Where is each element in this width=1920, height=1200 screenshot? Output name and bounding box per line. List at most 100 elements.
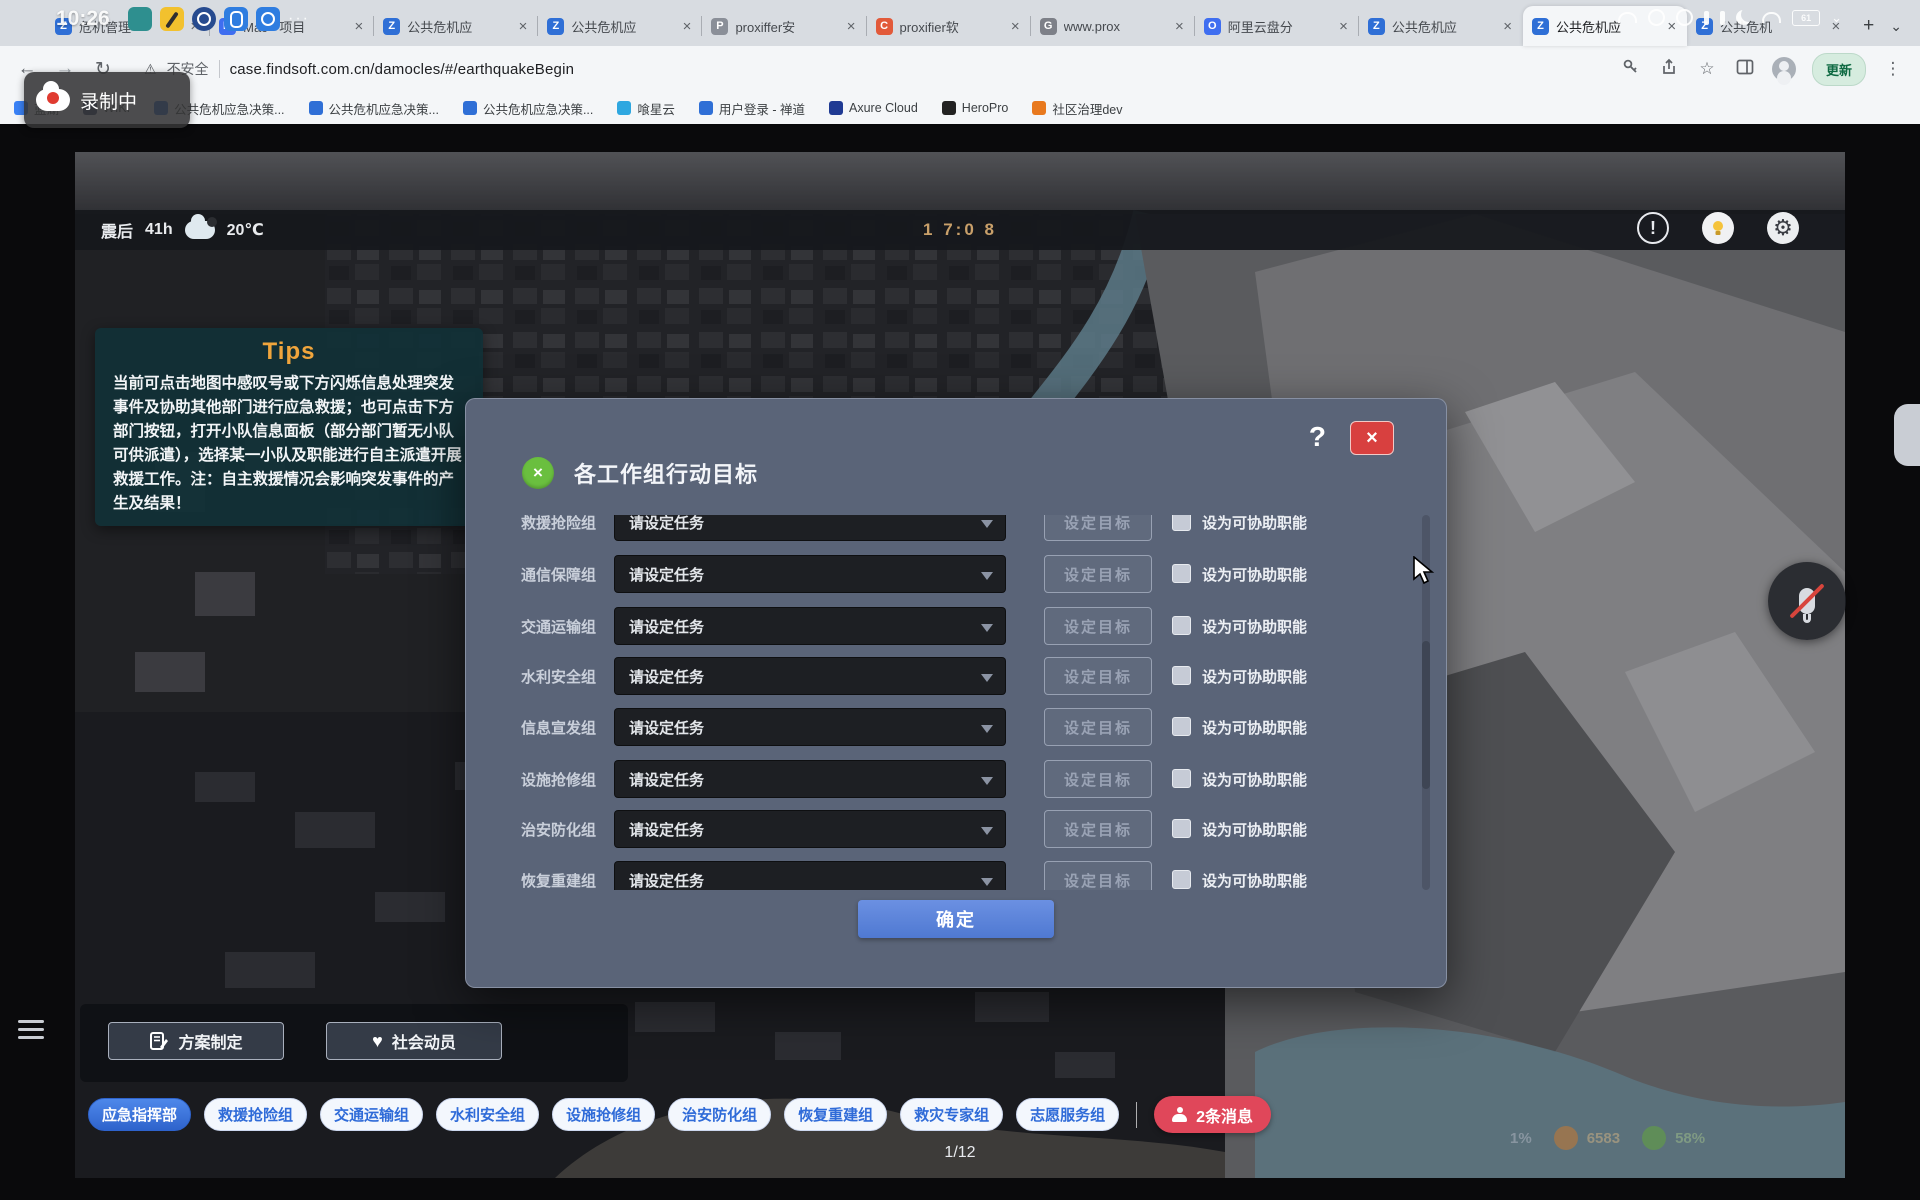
assist-checkbox[interactable] [1172, 616, 1191, 635]
stat-icon [1642, 1126, 1666, 1150]
department-pill[interactable]: 应急指挥部 [88, 1098, 191, 1131]
tab-title: 阿里云盘分 [1228, 17, 1330, 36]
bookmark-item[interactable]: 公共危机应急决策... [463, 99, 593, 118]
department-pill[interactable]: 救灾专家组 [900, 1098, 1003, 1131]
bookmark-label: 用户登录 - 禅道 [719, 99, 805, 118]
set-target-button[interactable]: 设定目标 [1044, 657, 1152, 695]
chevron-down-icon [981, 624, 993, 632]
workgroup-objectives-modal: ? × × 各工作组行动目标 救援抢险组 请设定任务 设定目标 设为可协助职能 … [465, 398, 1447, 988]
plan-button[interactable]: 方案制定 [108, 1022, 284, 1060]
tab-close-icon[interactable]: × [517, 18, 530, 35]
tab-close-icon[interactable]: × [1009, 18, 1022, 35]
browser-tab[interactable]: P proxiffer安 × [702, 6, 866, 46]
address-bar[interactable]: ⚠ 不安全 case.findsoft.com.cn/damocles/#/ea… [130, 52, 1604, 86]
tab-close-icon[interactable]: × [1173, 18, 1186, 35]
browser-tab[interactable]: G www.prox × [1031, 6, 1195, 46]
browser-tab[interactable]: Z 公共危机应 × [1359, 6, 1523, 46]
assist-checkbox[interactable] [1172, 819, 1191, 838]
browser-tab[interactable]: C proxifier软 × [867, 6, 1031, 46]
task-select[interactable]: 请设定任务 [614, 515, 1006, 541]
set-target-button[interactable]: 设定目标 [1044, 708, 1152, 746]
assist-label: 设为可协助职能 [1202, 515, 1307, 533]
tab-close-icon[interactable]: × [1337, 18, 1350, 35]
tab-close-icon[interactable]: × [681, 18, 694, 35]
workgroup-name: 恢复重建组 [521, 870, 596, 890]
department-pill[interactable]: 救援抢险组 [204, 1098, 307, 1131]
new-tab-button[interactable]: + [1863, 15, 1874, 37]
task-select[interactable]: 请设定任务 [614, 657, 1006, 695]
mic-muted-button[interactable] [1768, 562, 1846, 640]
department-pill[interactable]: 治安防化组 [668, 1098, 771, 1131]
bookmark-item[interactable]: HeroPro [942, 101, 1009, 115]
browser-tab[interactable]: O 阿里云盘分 × [1195, 6, 1359, 46]
set-target-button[interactable]: 设定目标 [1044, 555, 1152, 593]
messages-button[interactable]: 2条消息 [1154, 1096, 1271, 1133]
assist-checkbox[interactable] [1172, 515, 1191, 531]
share-icon[interactable] [1658, 58, 1680, 81]
menu-list-icon[interactable] [18, 1020, 44, 1044]
mobilize-button[interactable]: ♥ 社会动员 [326, 1022, 502, 1060]
task-select[interactable]: 请设定任务 [614, 708, 1006, 746]
tab-close-icon[interactable]: × [1501, 18, 1514, 35]
assist-checkbox[interactable] [1172, 666, 1191, 685]
modal-close-button[interactable]: × [1350, 421, 1394, 455]
tabs: Z 危机管理 × M Mac - 项目 × Z 公共危机应 × Z 公共危机应 … [46, 6, 1851, 46]
plan-label: 方案制定 [178, 1029, 242, 1053]
settings-gear-icon[interactable]: ⚙ [1767, 212, 1799, 244]
set-target-button[interactable]: 设定目标 [1044, 810, 1152, 848]
assist-label: 设为可协助职能 [1202, 870, 1307, 890]
set-target-button[interactable]: 设定目标 [1044, 760, 1152, 798]
bookmark-label: 喰星云 [637, 99, 675, 118]
edge-handle[interactable] [1894, 404, 1920, 466]
department-pill[interactable]: 水利安全组 [436, 1098, 539, 1131]
profile-avatar[interactable] [1772, 57, 1796, 81]
browser-tab[interactable]: Z 公共危机应 × [538, 6, 702, 46]
help-icon[interactable]: ? [1309, 421, 1326, 453]
assist-checkbox[interactable] [1172, 870, 1191, 889]
bookmark-star-icon[interactable]: ☆ [1696, 59, 1718, 79]
bookmark-label: 社区治理dev [1052, 99, 1122, 118]
task-select[interactable]: 请设定任务 [614, 607, 1006, 645]
tab-close-icon[interactable]: × [352, 18, 365, 35]
globe-app-icon [192, 7, 216, 31]
tab-favicon: Z [1368, 18, 1385, 35]
recording-badge[interactable]: 录制中 [24, 72, 190, 128]
set-target-button[interactable]: 设定目标 [1044, 861, 1152, 890]
bookmark-item[interactable]: Axure Cloud [829, 101, 918, 115]
department-label: 恢复重建组 [798, 1104, 873, 1125]
bookmark-item[interactable]: 用户登录 - 禅道 [699, 99, 805, 118]
task-select[interactable]: 请设定任务 [614, 861, 1006, 890]
department-pill[interactable]: 交通运输组 [320, 1098, 423, 1131]
tab-favicon: O [1204, 18, 1221, 35]
split-view-icon[interactable] [1734, 58, 1756, 81]
tab-close-icon[interactable]: × [845, 18, 858, 35]
menu-overflow-icon[interactable]: ⋮ [1882, 59, 1904, 79]
update-button[interactable]: 更新 [1812, 53, 1866, 86]
task-select[interactable]: 请设定任务 [614, 760, 1006, 798]
bookmark-item[interactable]: 喰星云 [617, 99, 675, 118]
department-pill[interactable]: 设施抢修组 [552, 1098, 655, 1131]
assist-checkbox[interactable] [1172, 717, 1191, 736]
key-icon[interactable] [1620, 58, 1642, 81]
task-select[interactable]: 请设定任务 [614, 555, 1006, 593]
bookmark-item[interactable]: 社区治理dev [1032, 99, 1122, 118]
tab-search-chevron-icon[interactable]: ⌄ [1890, 18, 1902, 35]
hint-bulb-icon[interactable] [1702, 212, 1734, 244]
confirm-button[interactable]: 确定 [858, 900, 1054, 938]
department-label: 水利安全组 [450, 1104, 525, 1125]
set-target-button[interactable]: 设定目标 [1044, 515, 1152, 541]
modal-header-icon: × [522, 457, 554, 489]
task-select[interactable]: 请设定任务 [614, 810, 1006, 848]
browser-tab[interactable]: Z 公共危机应 × [374, 6, 538, 46]
bookmark-item[interactable]: 公共危机应急决策... [309, 99, 439, 118]
chevron-down-icon [981, 520, 993, 528]
assist-checkbox[interactable] [1172, 564, 1191, 583]
chevron-down-icon [981, 674, 993, 682]
department-pill[interactable]: 恢复重建组 [784, 1098, 887, 1131]
scrollbar-thumb[interactable] [1422, 641, 1430, 789]
department-pill[interactable]: 志愿服务组 [1016, 1098, 1119, 1131]
workgroup-row: 治安防化组 请设定任务 设定目标 设为可协助职能 [521, 810, 1427, 848]
alert-icon[interactable]: ! [1637, 212, 1669, 244]
assist-checkbox[interactable] [1172, 769, 1191, 788]
set-target-button[interactable]: 设定目标 [1044, 607, 1152, 645]
